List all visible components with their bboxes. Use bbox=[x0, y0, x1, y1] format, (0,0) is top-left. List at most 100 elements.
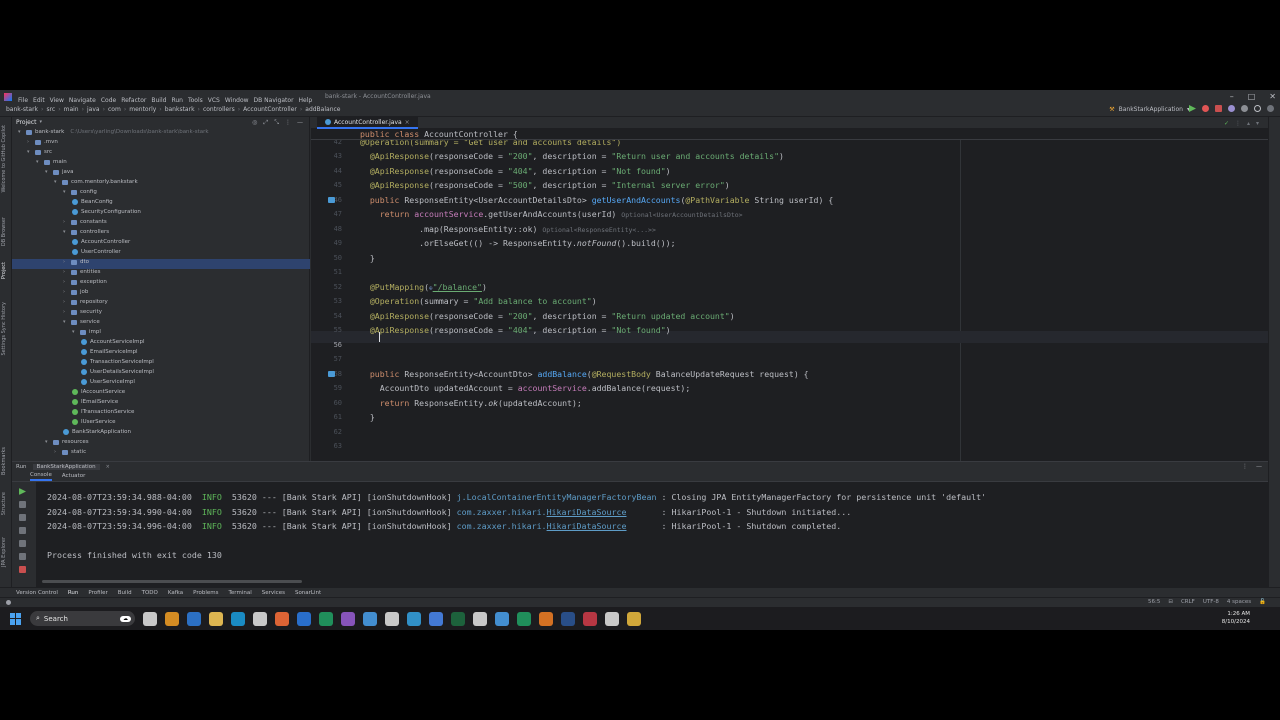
chevron-down-icon[interactable]: ▾ bbox=[45, 169, 50, 175]
chevron-down-icon[interactable]: ▾ bbox=[63, 319, 68, 325]
tree-item[interactable]: › static bbox=[54, 447, 86, 457]
tree-item[interactable]: › exception bbox=[63, 277, 107, 287]
tool-build[interactable]: Build bbox=[118, 590, 132, 596]
next-icon[interactable]: ▾ bbox=[1256, 120, 1259, 127]
tool-services[interactable]: Services bbox=[262, 590, 285, 596]
breadcrumb-item[interactable]: src bbox=[46, 106, 55, 113]
console-logger[interactable]: j.LocalContainerEntityManagerFactoryBean bbox=[457, 492, 657, 502]
chevron-right-icon[interactable]: › bbox=[27, 139, 32, 145]
endpoint-gutter-icon[interactable] bbox=[328, 371, 335, 377]
postman-icon[interactable] bbox=[583, 611, 597, 626]
terminal-icon[interactable] bbox=[495, 611, 509, 626]
excel-icon[interactable] bbox=[517, 611, 531, 626]
chevron-down-icon[interactable]: ▾ bbox=[45, 439, 50, 445]
db-browser-tab[interactable]: DB Browser bbox=[1, 217, 11, 246]
firefox-icon[interactable] bbox=[275, 611, 289, 626]
chevron-down-icon[interactable]: ▾ bbox=[18, 129, 23, 135]
chevron-down-icon[interactable]: ▾ bbox=[63, 189, 68, 195]
chevron-right-icon[interactable]: › bbox=[63, 299, 68, 305]
profiler-icon[interactable] bbox=[1228, 105, 1235, 112]
console-logger-link[interactable]: HikariDataSource bbox=[547, 521, 627, 531]
run-configuration[interactable]: ⚒ BankStarkApplication ▾ bbox=[1109, 106, 1190, 113]
search-everywhere-icon[interactable] bbox=[1254, 105, 1261, 112]
stop-icon[interactable] bbox=[1215, 105, 1222, 112]
windows-app-icon[interactable] bbox=[407, 611, 421, 626]
tool-kafka[interactable]: Kafka bbox=[168, 590, 183, 596]
chevron-down-icon[interactable]: ▾ bbox=[54, 179, 59, 185]
minimize-button[interactable]: – bbox=[1230, 92, 1234, 101]
tree-item[interactable]: UserController bbox=[72, 247, 121, 257]
tree-item[interactable]: EmailServiceImpl bbox=[81, 347, 138, 357]
tree-item[interactable]: BankStarkApplication bbox=[63, 427, 131, 437]
chevron-down-icon[interactable]: ▾ bbox=[36, 159, 41, 165]
visual-studio-icon[interactable] bbox=[363, 611, 377, 626]
vcs-icon[interactable]: ⊟ bbox=[1168, 599, 1173, 605]
tree-item[interactable]: › security bbox=[63, 307, 102, 317]
line-separator[interactable]: CRLF bbox=[1181, 599, 1195, 605]
file-explorer-icon[interactable] bbox=[209, 611, 223, 626]
vs-code-icon[interactable] bbox=[385, 611, 399, 626]
prev-icon[interactable]: ▴ bbox=[1247, 120, 1250, 127]
chevron-right-icon[interactable]: › bbox=[63, 279, 68, 285]
indent-setting[interactable]: 4 spaces bbox=[1227, 599, 1251, 605]
tree-item[interactable]: ITransactionService bbox=[72, 407, 134, 417]
chrome-dev-icon[interactable] bbox=[561, 611, 575, 626]
chevron-right-icon[interactable]: › bbox=[54, 449, 59, 455]
console-logger[interactable]: com.zaxxer.hikari. bbox=[457, 507, 547, 517]
copilot-welcome-tab[interactable]: Welcome to GitHub Copilot bbox=[1, 125, 11, 193]
structure-tab[interactable]: Structure bbox=[1, 492, 11, 515]
console-logger-link[interactable]: HikariDataSource bbox=[547, 507, 627, 517]
horizontal-scrollbar[interactable] bbox=[42, 580, 302, 583]
tree-item[interactable]: › job bbox=[63, 287, 88, 297]
tree-item[interactable]: ▾ controllers bbox=[63, 227, 109, 237]
tree-item[interactable]: ▾ main bbox=[36, 157, 67, 167]
run-config-selector[interactable]: BankStarkApplication bbox=[1119, 106, 1183, 113]
chevron-right-icon[interactable]: › bbox=[63, 259, 68, 265]
bluetooth-app-icon[interactable] bbox=[297, 611, 311, 626]
breadcrumb-item[interactable]: main bbox=[64, 106, 79, 113]
chrome-canary-icon[interactable] bbox=[165, 611, 179, 626]
code-editor[interactable]: AccountController.java × ✓ ⋮ ▴ ▾ 42 43 44 4… bbox=[311, 117, 1273, 461]
taskbar-search[interactable]: ⌕ Search ☁ bbox=[30, 611, 135, 626]
close-window-button[interactable]: ✕ bbox=[1269, 92, 1276, 101]
tool-version-control[interactable]: Version Control bbox=[16, 590, 58, 596]
console-logger[interactable]: com.zaxxer.hikari. bbox=[457, 521, 547, 531]
intellij-icon[interactable] bbox=[627, 611, 641, 626]
bookmarks-tab[interactable]: Bookmarks bbox=[1, 447, 11, 475]
sticky-line[interactable]: public class AccountController { bbox=[311, 129, 1273, 140]
notepad-icon[interactable] bbox=[539, 611, 553, 626]
breadcrumb-item[interactable]: java bbox=[87, 106, 100, 113]
tree-item[interactable]: TransactionServiceImpl bbox=[81, 357, 154, 367]
word-icon[interactable] bbox=[605, 611, 619, 626]
breadcrumb-item[interactable]: com bbox=[108, 106, 121, 113]
line-gutter[interactable]: 42 43 44 45 46 47 48 49 50 51 52 53 54 55 56 57 58 59 60 61… bbox=[311, 129, 356, 461]
app-icon[interactable] bbox=[473, 611, 487, 626]
tree-item[interactable]: UserDetailsServiceImpl bbox=[81, 367, 154, 377]
obs-icon[interactable] bbox=[429, 611, 443, 626]
breadcrumb-item[interactable]: addBalance bbox=[305, 106, 340, 113]
tree-item[interactable]: ▾ src bbox=[27, 147, 52, 157]
chrome-icon[interactable] bbox=[319, 611, 333, 626]
settings-icon[interactable] bbox=[1267, 105, 1274, 112]
tree-item[interactable]: ▾ config bbox=[63, 187, 97, 197]
tree-item[interactable]: ▾ service bbox=[63, 317, 100, 327]
cursor-position[interactable]: 56:5 bbox=[1148, 599, 1160, 605]
tree-item[interactable]: IUserService bbox=[72, 417, 116, 427]
settings-sync-tab[interactable]: Settings Sync History bbox=[1, 302, 11, 356]
console-output[interactable]: 2024-08-07T23:59:34.988-04:00 INFO 53620… bbox=[12, 462, 1268, 588]
edge-browser-icon[interactable] bbox=[231, 611, 245, 626]
chevron-right-icon[interactable]: › bbox=[63, 219, 68, 225]
file-encoding[interactable]: UTF-8 bbox=[1203, 599, 1219, 605]
vscode-icon[interactable] bbox=[341, 611, 355, 626]
breadcrumb-item[interactable]: mentorly bbox=[129, 106, 156, 113]
tree-item[interactable]: ▾ java bbox=[45, 167, 74, 177]
chevron-down-icon[interactable]: ▾ bbox=[63, 229, 68, 235]
chevron-down-icon[interactable]: ▾ bbox=[27, 149, 32, 155]
code-area[interactable]: @Operation(summary = "Get user and accou… bbox=[360, 129, 1260, 461]
edge-icon[interactable] bbox=[187, 611, 201, 626]
tool-todo[interactable]: TODO bbox=[142, 590, 158, 596]
jpa-explorer-tab[interactable]: JPA Explorer bbox=[1, 537, 11, 567]
breadcrumb-item[interactable]: controllers bbox=[203, 106, 235, 113]
breadcrumb-item[interactable]: AccountController bbox=[243, 106, 297, 113]
tree-item[interactable]: › repository bbox=[63, 297, 108, 307]
